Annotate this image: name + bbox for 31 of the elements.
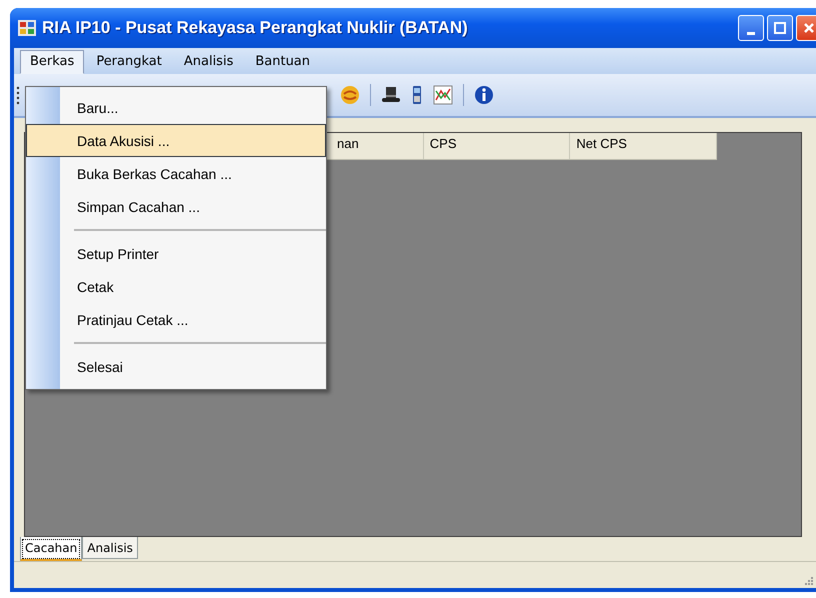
menu-item[interactable]: Perangkat bbox=[86, 50, 172, 74]
menu-item[interactable]: Analisis bbox=[174, 50, 244, 74]
menu-option[interactable]: Selesai bbox=[26, 350, 326, 383]
maximize-icon bbox=[774, 22, 786, 34]
tab[interactable]: Analisis bbox=[82, 537, 138, 559]
device-icon[interactable] bbox=[411, 85, 423, 105]
menu-option[interactable]: Simpan Cacahan ... bbox=[26, 190, 326, 223]
minimize-icon bbox=[747, 32, 755, 34]
tab[interactable]: Cacahan bbox=[20, 537, 82, 561]
app-icon bbox=[18, 20, 36, 36]
menu-item[interactable]: Bantuan bbox=[245, 50, 320, 74]
menu-option[interactable]: Pratinjau Cetak ... bbox=[26, 303, 326, 336]
window-title: RIA IP10 - Pusat Rekayasa Perangkat Nuklir (BATAN) bbox=[42, 18, 468, 38]
menu-option[interactable]: Buka Berkas Cacahan ... bbox=[26, 157, 326, 190]
menu-option[interactable]: Baru... bbox=[26, 91, 326, 124]
menu-option[interactable]: Setup Printer bbox=[26, 237, 326, 270]
globe-icon[interactable] bbox=[340, 85, 360, 105]
menu-option[interactable]: Cetak bbox=[26, 270, 326, 303]
close-icon bbox=[803, 22, 815, 34]
close-button[interactable] bbox=[796, 15, 816, 41]
info-icon[interactable] bbox=[474, 85, 494, 105]
toolbar-grip-icon[interactable] bbox=[16, 85, 20, 105]
menu-option[interactable]: Data Akusisi ... bbox=[26, 124, 326, 157]
resize-grip-icon[interactable] bbox=[804, 576, 814, 586]
menu-item[interactable]: Berkas bbox=[20, 50, 84, 74]
maximize-button[interactable] bbox=[767, 15, 793, 41]
top-hat-icon[interactable] bbox=[381, 85, 401, 105]
column-header[interactable]: CPS bbox=[424, 133, 570, 159]
column-header[interactable]: Net CPS bbox=[570, 133, 717, 159]
minimize-button[interactable] bbox=[738, 15, 764, 41]
chart-icon[interactable] bbox=[433, 85, 453, 105]
